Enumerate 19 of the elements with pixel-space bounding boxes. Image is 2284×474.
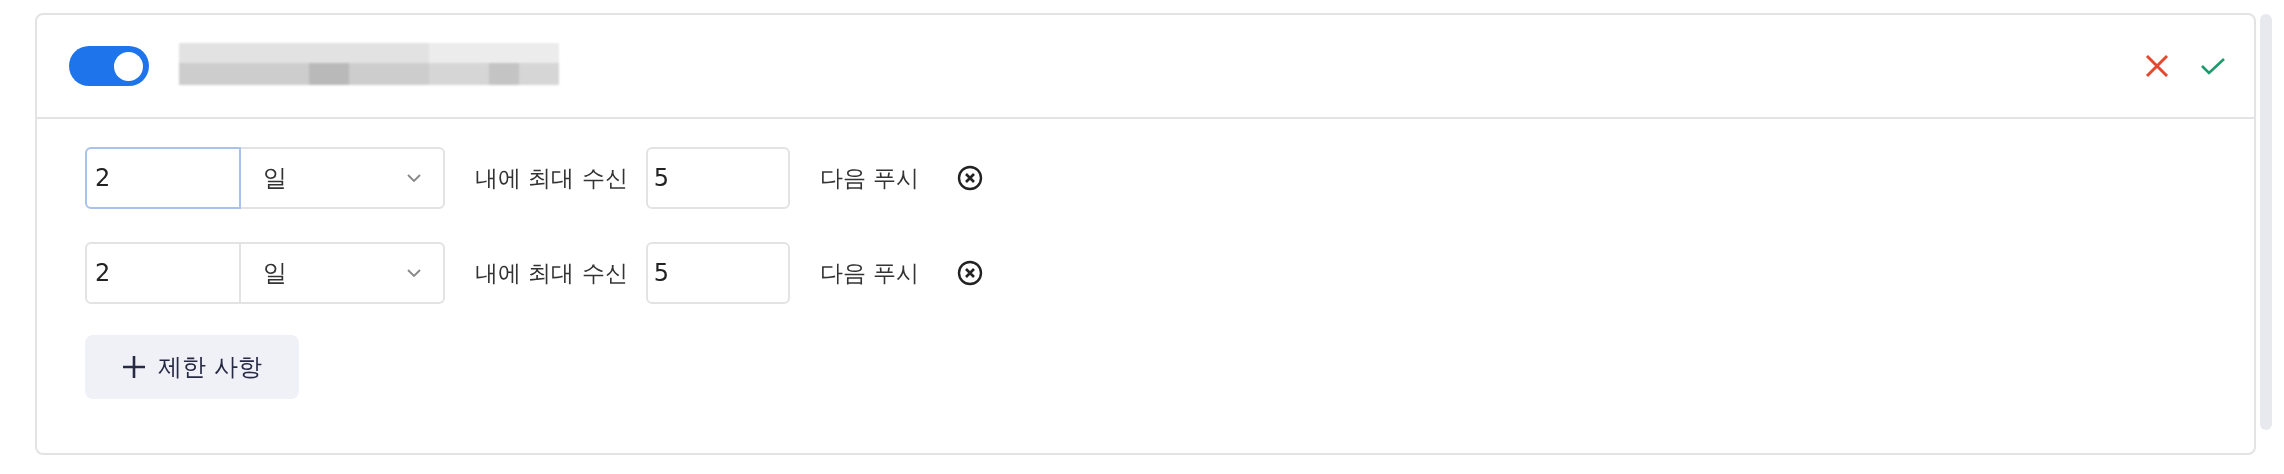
- unit-select[interactable]: 일: [241, 242, 445, 304]
- add-restriction-button[interactable]: 제한 사항: [85, 335, 299, 399]
- limit-label: 내에 최대 수신: [475, 163, 628, 193]
- chevron-down-icon: [407, 268, 421, 278]
- check-icon[interactable]: [2200, 56, 2226, 76]
- period-input[interactable]: 2: [85, 242, 241, 304]
- toggle-switch[interactable]: [69, 46, 149, 86]
- unit-select[interactable]: 일: [241, 147, 445, 209]
- count-input[interactable]: 5: [645, 242, 790, 304]
- count-input[interactable]: 5: [645, 147, 790, 209]
- close-icon[interactable]: [2144, 53, 2170, 79]
- plus-icon: [122, 355, 147, 379]
- push-label: 다음 푸시: [819, 163, 919, 193]
- limit-label: 내에 최대 수신: [475, 258, 628, 288]
- chevron-down-icon: [407, 173, 421, 183]
- period-input[interactable]: 2: [85, 147, 241, 209]
- remove-icon[interactable]: [956, 260, 983, 286]
- push-label: 다음 푸시: [819, 258, 919, 288]
- remove-icon[interactable]: [956, 165, 983, 191]
